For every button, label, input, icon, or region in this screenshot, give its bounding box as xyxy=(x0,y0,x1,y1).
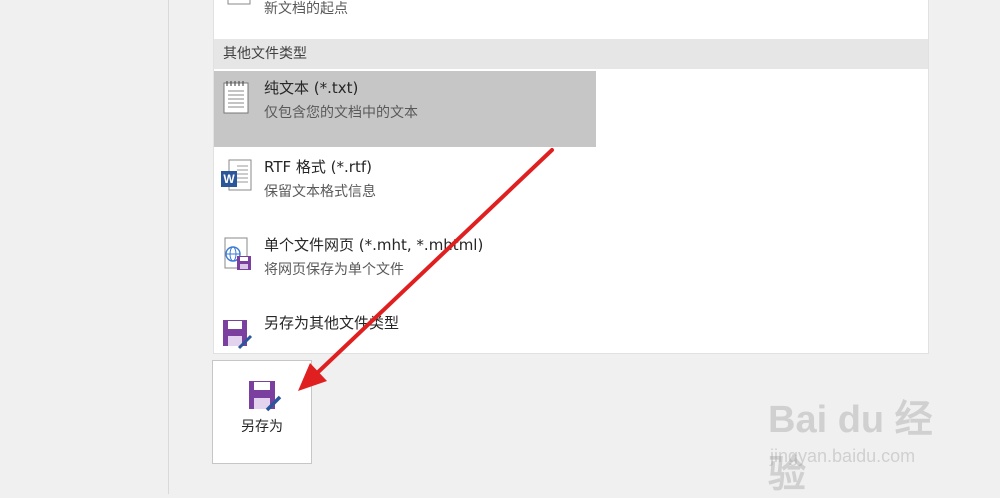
template-item-desc: 新文档的起点 xyxy=(264,1,348,17)
save-as-icon xyxy=(249,381,282,412)
file-type-title: 纯文本 (*.txt) xyxy=(264,79,359,97)
save-as-icon xyxy=(223,320,253,350)
file-type-other[interactable]: 另存为其他文件类型 xyxy=(214,306,596,353)
section-header-other-types: 其他文件类型 xyxy=(214,39,928,69)
watermark-url: jingyan.baidu.com xyxy=(770,446,916,466)
baidu-watermark: Bai du 经验 jingyan.baidu.com xyxy=(768,388,958,496)
file-type-rtf[interactable]: W RTF 格式 (*.rtf) 保留文本格式信息 xyxy=(214,150,596,226)
file-type-title: RTF 格式 (*.rtf) xyxy=(264,158,372,176)
file-type-title: 单个文件网页 (*.mht, *.mhtml) xyxy=(264,236,484,254)
template-item[interactable]: 新文档的起点 xyxy=(214,0,928,18)
watermark-brand: Bai du 经验 xyxy=(768,399,933,496)
file-type-desc: 保留文本格式信息 xyxy=(264,184,376,200)
text-file-icon xyxy=(223,81,249,114)
file-type-desc: 将网页保存为单个文件 xyxy=(264,262,404,278)
save-as-button[interactable]: 另存为 xyxy=(212,360,312,464)
webpage-save-icon xyxy=(224,237,251,270)
file-type-desc: 仅包含您的文档中的文本 xyxy=(264,105,418,121)
left-nav-panel xyxy=(0,0,169,494)
document-icon xyxy=(227,0,251,5)
save-as-button-label: 另存为 xyxy=(241,419,283,435)
file-type-title: 另存为其他文件类型 xyxy=(264,314,400,332)
svg-text:W: W xyxy=(223,172,235,186)
file-type-list: 新文档的起点 其他文件类型 纯文本 (*.txt) 仅包含您的文档中的文本 W … xyxy=(213,0,929,354)
word-rtf-icon: W xyxy=(221,159,252,191)
file-type-txt[interactable]: 纯文本 (*.txt) 仅包含您的文档中的文本 xyxy=(214,71,596,147)
file-type-mht[interactable]: 单个文件网页 (*.mht, *.mhtml) 将网页保存为单个文件 xyxy=(214,228,596,304)
